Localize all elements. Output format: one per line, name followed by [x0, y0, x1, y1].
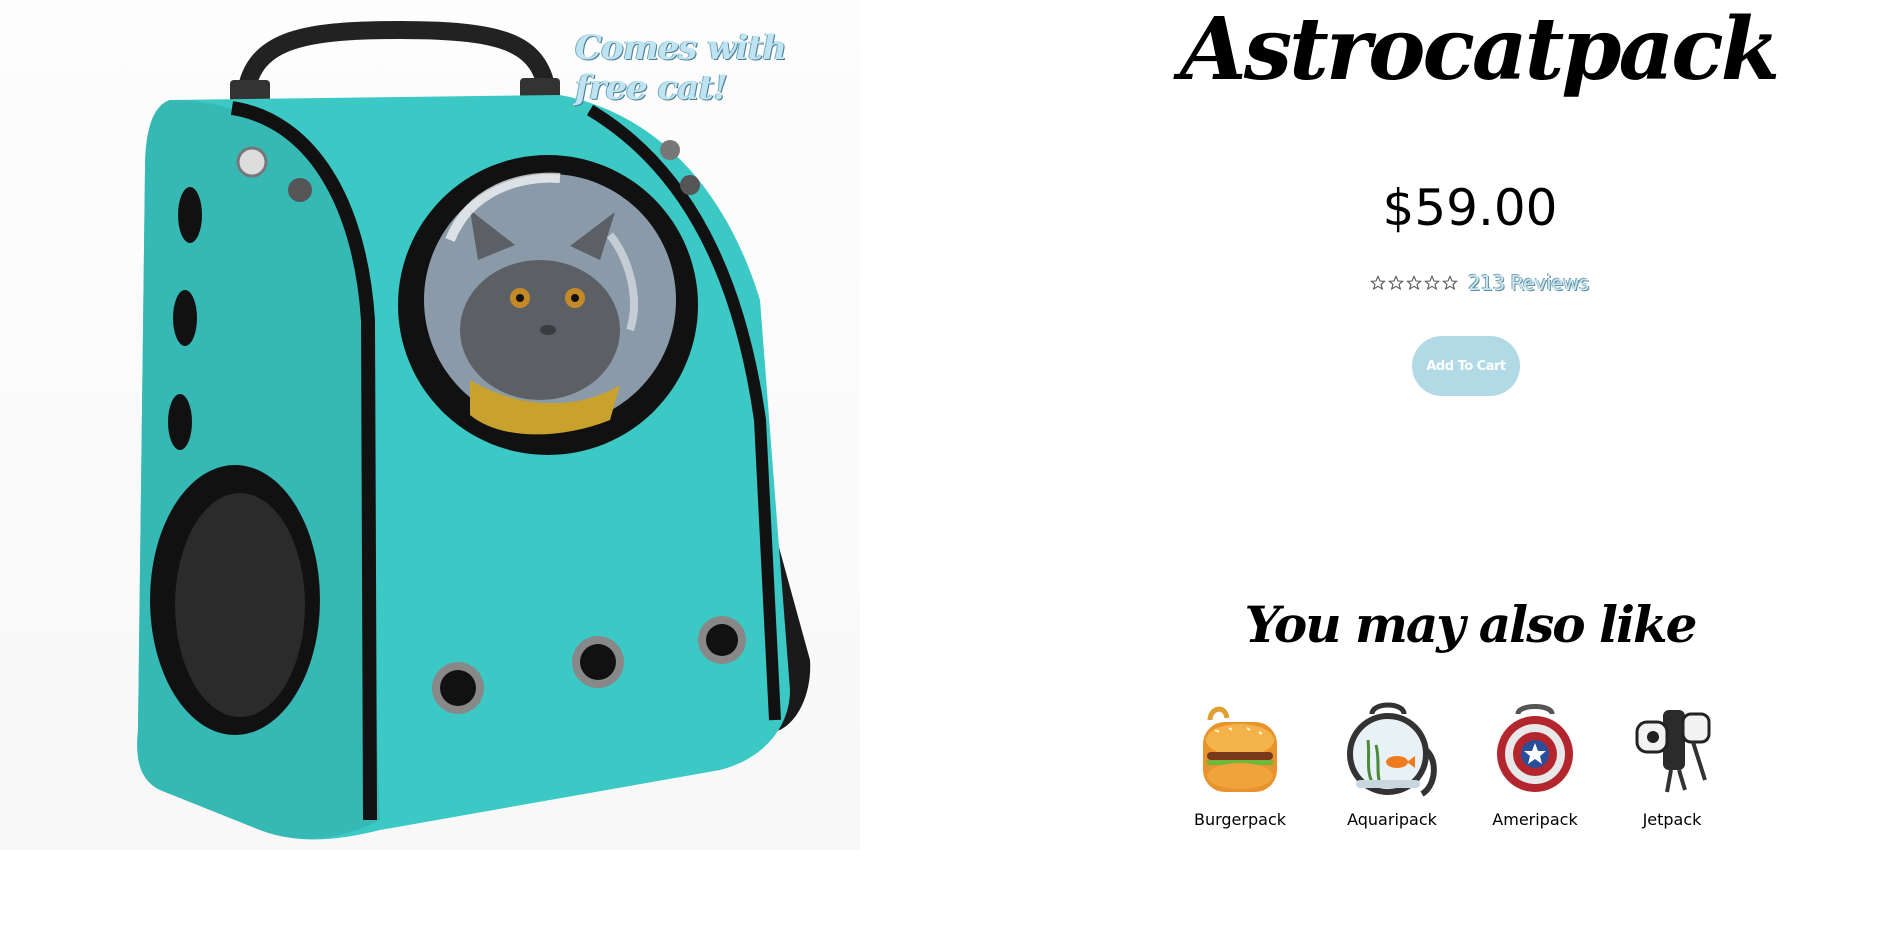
star-icon	[1424, 275, 1440, 291]
star-icon	[1388, 275, 1404, 291]
burger-backpack-icon	[1203, 706, 1277, 792]
recommendation-label: Burgerpack	[1193, 810, 1286, 829]
star-rating	[1370, 275, 1458, 291]
star-icon	[1370, 275, 1386, 291]
star-icon	[1406, 275, 1422, 291]
recommendation-item-burgerpack[interactable]: Burgerpack	[1180, 700, 1300, 829]
free-cat-badge: Comes with free cat!	[575, 28, 787, 108]
aquarium-backpack-icon	[1347, 702, 1437, 797]
recommendation-label: Jetpack	[1642, 810, 1702, 829]
recommendation-label: Aquaripack	[1347, 810, 1437, 829]
jetpack-icon	[1635, 710, 1711, 793]
recommendation-label: Ameripack	[1492, 810, 1578, 829]
reviews-link[interactable]: 213 Reviews	[1468, 271, 1589, 295]
rating: 213 Reviews	[1370, 268, 1589, 298]
shield-backpack-icon	[1497, 704, 1573, 792]
recommendation-item-jetpack[interactable]: Jetpack	[1612, 700, 1732, 829]
recommendation-item-ameripack[interactable]: Ameripack	[1475, 700, 1595, 829]
recommendations-list: Burgerpack Aquaripack Ameripack Jetpack	[1180, 700, 1760, 840]
product-image: Comes with free cat!	[0, 0, 860, 850]
cat-backpack-illustration	[137, 20, 811, 840]
product-title: Astrocatpack	[1180, 0, 1780, 100]
recommendations-heading: You may also like	[1244, 595, 1698, 654]
recommendation-item-aquaripack[interactable]: Aquaripack	[1332, 700, 1452, 829]
product-price: $59.00	[1382, 179, 1558, 237]
star-icon	[1442, 275, 1458, 291]
add-to-cart-button[interactable]: Add To Cart	[1412, 336, 1520, 396]
